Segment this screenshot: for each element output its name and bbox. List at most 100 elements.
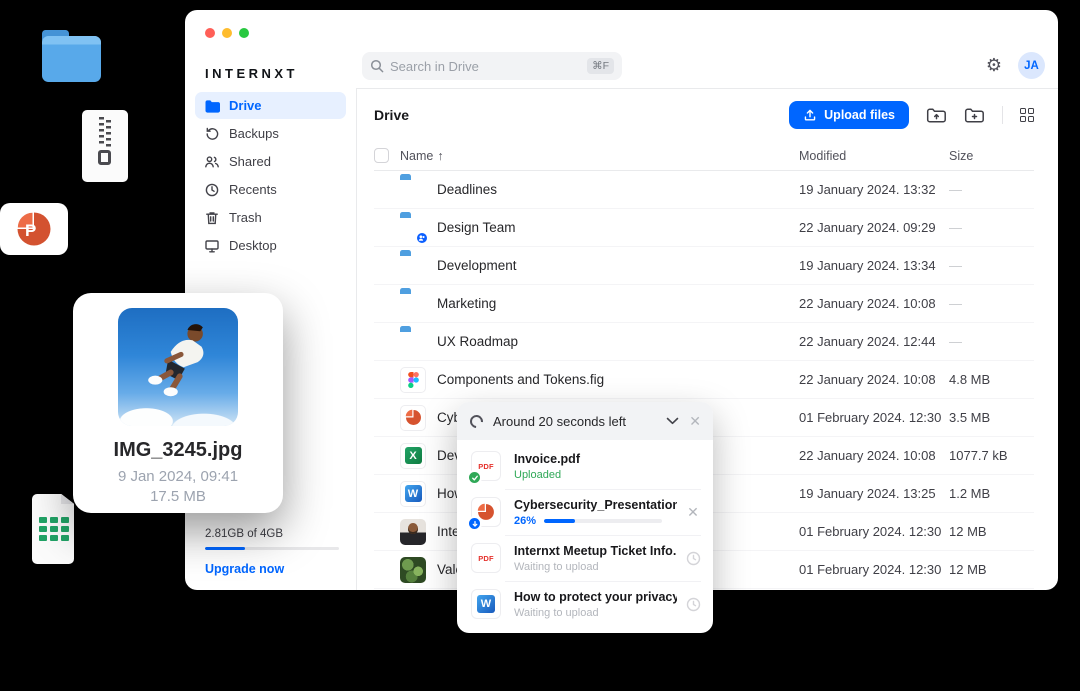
waiting-clock-icon — [686, 551, 701, 566]
photo-thumbnail — [400, 557, 426, 583]
storage-widget: 2.81GB of 4GB Upgrade now — [205, 528, 339, 576]
powerpoint-logo-icon: P — [16, 211, 52, 247]
word-file-icon: W — [400, 481, 426, 507]
search-bar[interactable]: ⌘F — [362, 52, 622, 80]
column-header-name[interactable]: Name ↑ — [400, 149, 799, 163]
upload-folder-button[interactable] — [926, 107, 947, 124]
image-date: 9 Jan 2024, 09:41 — [118, 468, 238, 485]
desktop-powerpoint-file-icon[interactable]: P — [0, 203, 68, 255]
photo-thumbnail — [118, 308, 238, 426]
user-avatar[interactable]: JA — [1018, 52, 1045, 79]
close-popup-button[interactable]: ✕ — [689, 414, 701, 428]
page-title: Drive — [374, 107, 409, 123]
table-row[interactable]: Deadlines 19 January 2024. 13:32 — — [374, 171, 1034, 209]
desktop-zip-file-icon[interactable] — [82, 110, 128, 182]
upload-popup-header: Around 20 seconds left ✕ — [457, 402, 713, 440]
upload-item-name: Invoice.pdf — [514, 452, 677, 466]
column-header-size[interactable]: Size — [949, 149, 1034, 163]
desktop-folder-icon[interactable] — [38, 27, 105, 90]
sidebar-item-label: Trash — [229, 210, 262, 225]
clock-icon — [204, 182, 220, 198]
upgrade-now-link[interactable]: Upgrade now — [205, 562, 339, 576]
upload-item-name: Cybersecurity_Presentation.ppt — [514, 498, 677, 512]
upload-item[interactable]: PDF Internxt Meetup Ticket Info.pdf Wait… — [457, 535, 713, 581]
grid-view-icon — [1020, 108, 1034, 122]
upload-item-progress: 26% — [514, 515, 677, 527]
pdf-file-icon: PDF — [471, 451, 501, 481]
powerpoint-file-icon — [400, 405, 426, 431]
table-row[interactable]: UX Roadmap 22 January 2024. 12:44 — — [374, 323, 1034, 361]
table-row[interactable]: Development 19 January 2024. 13:34 — — [374, 247, 1034, 285]
sidebar-item-label: Backups — [229, 126, 279, 141]
trash-icon — [204, 210, 220, 226]
storage-progress-bar — [205, 547, 339, 550]
settings-gear-button[interactable]: ⚙ — [986, 56, 1002, 74]
upload-items-list: PDF Invoice.pdf Uploaded Cybersecurity_P… — [457, 440, 713, 633]
new-folder-button[interactable] — [964, 107, 985, 124]
upload-item-status: Uploaded — [514, 469, 677, 481]
upload-button-label: Upload files — [824, 108, 895, 122]
upload-progress-popup: Around 20 seconds left ✕ PDF Invoice.pdf… — [457, 402, 713, 633]
image-size: 17.5 MB — [150, 488, 206, 505]
toolbar-divider — [1002, 106, 1003, 124]
close-window-button[interactable] — [205, 28, 215, 38]
table-row[interactable]: Design Team 22 January 2024. 09:29 — — [374, 209, 1034, 247]
backup-restore-icon — [204, 126, 220, 142]
grid-view-button[interactable] — [1020, 108, 1034, 122]
word-file-icon: W — [471, 589, 501, 619]
progress-bar-track — [544, 519, 662, 523]
select-all-checkbox[interactable] — [374, 148, 389, 163]
content-toolbar: Drive Upload files — [374, 89, 1034, 141]
sidebar-item-trash[interactable]: Trash — [195, 204, 346, 231]
upload-item[interactable]: PDF Invoice.pdf Uploaded — [457, 443, 713, 489]
zoom-window-button[interactable] — [239, 28, 249, 38]
sidebar-item-label: Desktop — [229, 238, 277, 253]
figma-file-icon — [400, 367, 426, 393]
desktop-spreadsheet-file-icon[interactable] — [32, 494, 74, 564]
sidebar-item-drive[interactable]: Drive — [195, 92, 346, 119]
sidebar-item-desktop[interactable]: Desktop — [195, 232, 346, 259]
zipper-teeth — [99, 117, 104, 147]
sidebar-item-backups[interactable]: Backups — [195, 120, 346, 147]
photo-thumbnail — [400, 519, 426, 545]
cancel-upload-button[interactable]: ✕ — [687, 505, 699, 519]
svg-text:P: P — [25, 221, 36, 240]
upload-item-status: Waiting to upload — [514, 607, 677, 619]
uploaded-check-icon — [467, 470, 482, 485]
sidebar-item-label: Drive — [229, 98, 262, 113]
upload-item[interactable]: Cybersecurity_Presentation.ppt 26% ✕ — [457, 489, 713, 535]
upload-item-status: Waiting to upload — [514, 561, 677, 573]
shared-badge-icon — [415, 231, 429, 245]
internxt-logo: INTERNXT — [205, 66, 298, 81]
upload-item[interactable]: W How to protect your privacy.doc Waitin… — [457, 581, 713, 627]
search-input[interactable] — [390, 59, 581, 74]
progress-percent-label: 26% — [514, 515, 536, 527]
table-row[interactable]: Marketing 22 January 2024. 10:08 — — [374, 285, 1034, 323]
minimize-window-button[interactable] — [222, 28, 232, 38]
sidebar-item-label: Recents — [229, 182, 277, 197]
waiting-clock-icon — [686, 597, 701, 612]
upload-folder-icon — [926, 107, 947, 124]
progress-bar-fill — [544, 519, 575, 523]
sheet-body — [32, 494, 74, 564]
collapse-popup-button[interactable] — [666, 417, 679, 425]
sidebar-item-label: Shared — [229, 154, 271, 169]
storage-usage-label: 2.81GB of 4GB — [205, 528, 339, 540]
image-preview-card[interactable]: IMG_3245.jpg 9 Jan 2024, 09:41 17.5 MB — [73, 293, 283, 513]
sidebar-item-shared[interactable]: Shared — [195, 148, 346, 175]
upload-item-name: How to protect your privacy.doc — [514, 590, 677, 604]
column-header-modified[interactable]: Modified — [799, 149, 949, 163]
upload-files-button[interactable]: Upload files — [789, 101, 909, 129]
table-row[interactable]: Components and Tokens.fig 22 January 202… — [374, 361, 1034, 399]
sidebar-item-recents[interactable]: Recents — [195, 176, 346, 203]
excel-file-icon: X — [400, 443, 426, 469]
window-controls — [205, 28, 249, 38]
spreadsheet-grid-icon — [39, 517, 69, 541]
pdf-file-icon: PDF — [471, 543, 501, 573]
new-folder-icon — [964, 107, 985, 124]
zipper-pull — [98, 150, 111, 165]
upload-item-name: Internxt Meetup Ticket Info.pdf — [514, 544, 677, 558]
spinner-icon — [467, 412, 485, 430]
uploading-arrow-icon — [467, 516, 482, 531]
chevron-down-icon — [666, 417, 679, 425]
